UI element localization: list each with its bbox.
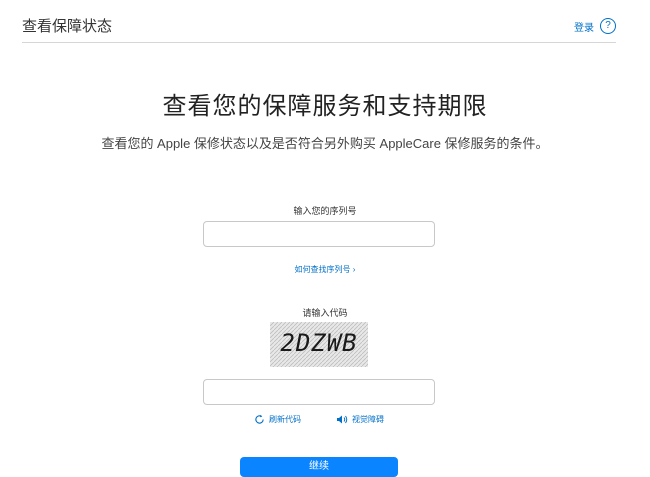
refresh-code-button[interactable]: 刷新代码 [254, 414, 301, 425]
help-icon[interactable]: ? [600, 18, 616, 34]
captcha-text: 2DZWB [280, 329, 358, 357]
refresh-icon [255, 414, 264, 424]
captcha-input[interactable] [203, 379, 435, 405]
continue-button[interactable]: 继续 [240, 457, 398, 477]
subheadline: 查看您的 Apple 保修状态以及是否符合另外购买 AppleCare 保修服务… [101, 136, 549, 151]
captcha-image: 2DZWB [270, 322, 368, 367]
signin-link[interactable]: 登录 [574, 19, 594, 34]
speaker-icon [337, 415, 348, 424]
serial-number-input[interactable] [203, 221, 435, 247]
captcha-label: 请输入代码 [302, 308, 348, 318]
page-title: 查看保障状态 [22, 18, 113, 35]
serial-number-label: 输入您的序列号 [293, 206, 357, 216]
captcha-actions: 刷新代码 视觉障碍 [0, 414, 650, 430]
headline: 查看您的保障服务和支持期限 [162, 93, 488, 120]
audio-captcha-label: 视觉障碍 [352, 415, 384, 424]
signin-area: 登录 ? [574, 18, 616, 34]
find-serial-number-link[interactable]: 如何查找序列号 › [0, 264, 650, 275]
top-navigation-bar: 查看保障状态 登录 ? [22, 0, 616, 43]
audio-captcha-button[interactable]: 视觉障碍 [336, 414, 384, 425]
refresh-code-label: 刷新代码 [269, 415, 301, 424]
